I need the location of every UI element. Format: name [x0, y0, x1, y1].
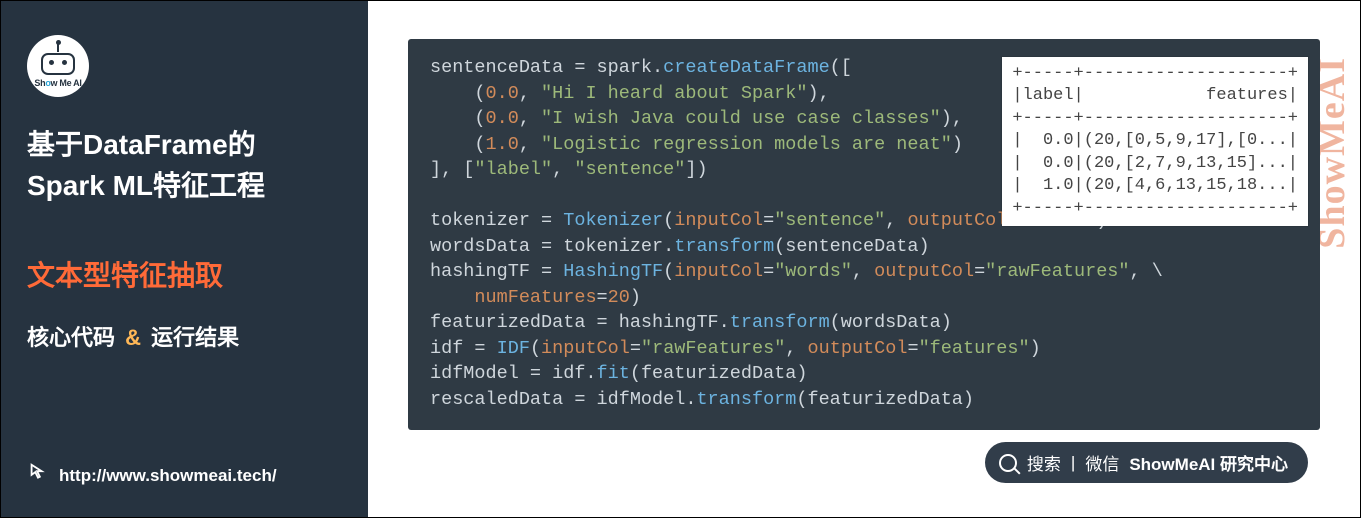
main-area: ShowMeAI sentenceData = spark.createData… [368, 1, 1360, 517]
table-row: | 0.0|(20,[0,5,9,17],[0...| [1012, 131, 1298, 150]
page-title: 基于DataFrame的 Spark ML特征工程 [27, 125, 342, 206]
output-table: +-----+--------------------+ |label| fea… [1002, 57, 1308, 226]
subtitle: 文本型特征抽取 [27, 254, 342, 294]
logo-robot-face-icon [41, 53, 75, 75]
title-line-1: 基于DataFrame的 [27, 125, 342, 166]
sidebar: Show Me AI 基于DataFrame的 Spark ML特征工程 文本型… [1, 1, 368, 517]
table-border: +-----+--------------------+ [1012, 64, 1298, 83]
subsub-pre: 核心代码 [27, 325, 115, 350]
search-pill: 搜索 | 微信 ShowMeAI 研究中心 [985, 442, 1308, 483]
table-border: +-----+--------------------+ [1012, 199, 1298, 218]
title-line-2: Spark ML特征工程 [27, 166, 342, 207]
table-row: | 0.0|(20,[2,7,9,13,15]...| [1012, 154, 1298, 173]
ampersand: & [125, 325, 141, 350]
logo-antenna-icon [57, 44, 59, 52]
search-mid: 微信 [1085, 450, 1119, 475]
search-sep: | [1071, 453, 1075, 473]
subsub-post: 运行结果 [151, 325, 239, 350]
table-header: |label| features| [1012, 86, 1298, 105]
logo-text: Show Me AI [34, 78, 81, 88]
subsubtitle: 核心代码 & 运行结果 [27, 320, 342, 352]
url-row: http://www.showmeai.tech/ [27, 462, 277, 489]
logo-badge: Show Me AI [27, 35, 89, 97]
search-brand: ShowMeAI 研究中心 [1129, 450, 1288, 475]
table-border: +-----+--------------------+ [1012, 109, 1298, 128]
search-pre: 搜索 [1027, 450, 1061, 475]
url-text: http://www.showmeai.tech/ [59, 466, 277, 486]
table-row: | 1.0|(20,[4,6,13,15,18...| [1012, 176, 1298, 195]
search-icon [999, 454, 1017, 472]
cursor-click-icon [27, 462, 49, 489]
